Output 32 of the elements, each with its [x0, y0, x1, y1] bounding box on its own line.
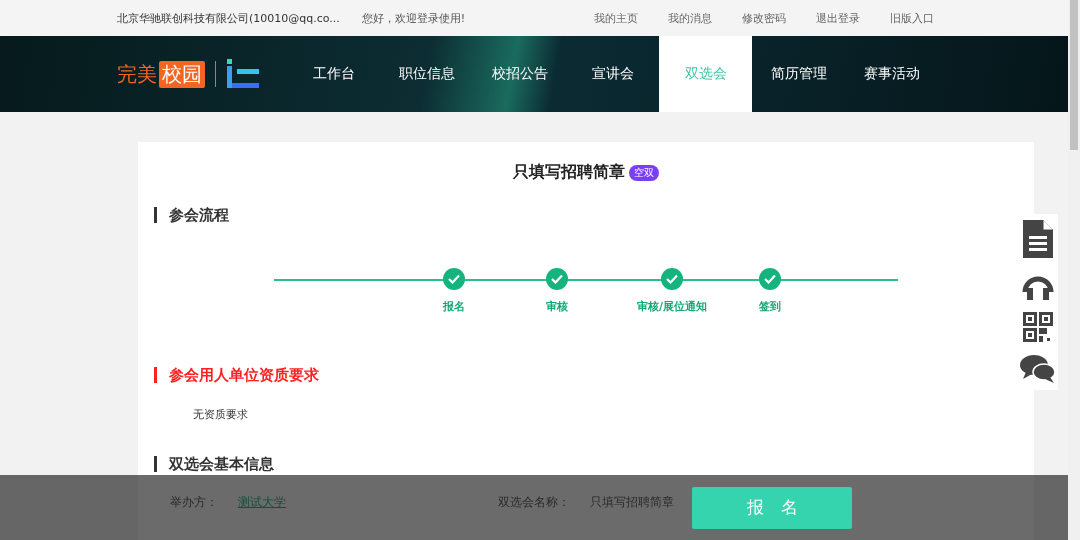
chat-bubbles-icon[interactable] — [1020, 354, 1056, 384]
nav-tab[interactable]: 简历管理 — [752, 36, 845, 112]
field-label: 双选会名称： — [498, 494, 570, 511]
top-link[interactable]: 修改密码 — [742, 10, 786, 26]
nav-tab[interactable]: 校招公告 — [473, 36, 566, 112]
check-icon — [666, 274, 678, 284]
tag-badge: 空双 — [629, 164, 659, 181]
logo-mark-icon — [215, 57, 261, 91]
nav-tab[interactable]: 宣讲会 — [566, 36, 659, 112]
nav-tab[interactable]: 职位信息 — [380, 36, 473, 112]
top-link[interactable]: 我的主页 — [594, 10, 638, 26]
step-label: 签到 — [759, 299, 781, 314]
nav-tab[interactable]: 工作台 — [287, 36, 380, 112]
top-link[interactable]: 旧版入口 — [890, 10, 934, 26]
logo: 完美 校园 — [117, 60, 205, 88]
check-icon — [764, 274, 776, 284]
step-label: 报名 — [443, 299, 465, 314]
step-label: 审核/展位通知 — [637, 299, 707, 314]
section-heading: 双选会基本信息 — [154, 456, 1018, 472]
account-name: 北京华驰联创科技有限公司(10010@qq.co... — [117, 10, 340, 26]
check-icon — [448, 274, 460, 284]
step-label: 审核 — [546, 299, 568, 314]
document-icon[interactable] — [1023, 220, 1053, 258]
top-link[interactable]: 我的消息 — [668, 10, 712, 26]
requirements-text: 无资质要求 — [193, 407, 249, 422]
qr-code-icon[interactable] — [1023, 312, 1053, 342]
field-label: 举办方： — [170, 494, 218, 511]
check-icon — [551, 274, 563, 284]
greeting-text: 您好，欢迎登录使用! — [361, 10, 466, 26]
nav-tab[interactable]: 赛事活动 — [845, 36, 938, 112]
page-title: 只填写招聘简章 — [513, 162, 625, 183]
top-link[interactable]: 退出登录 — [816, 10, 860, 26]
